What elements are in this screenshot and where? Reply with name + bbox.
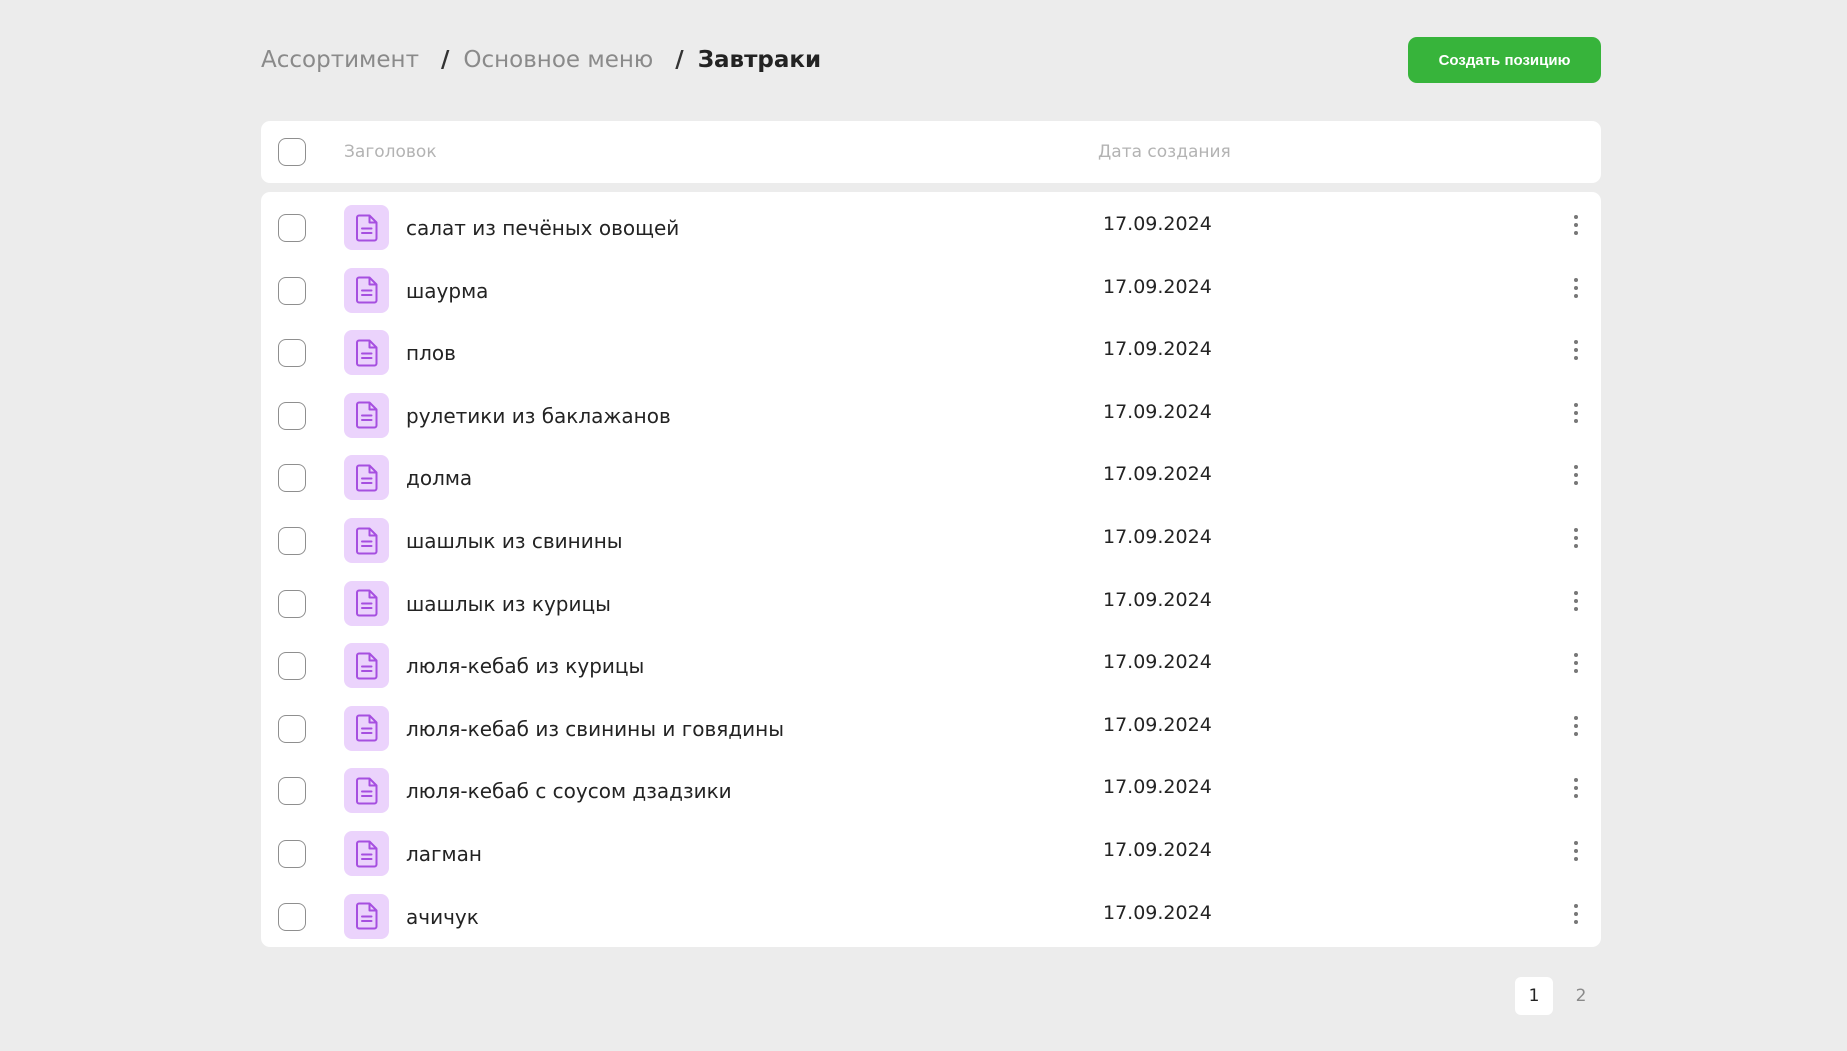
more-vertical-icon[interactable]: [1566, 900, 1586, 928]
table-row[interactable]: шашлык из курицы 17.09.2024: [261, 573, 1601, 635]
more-vertical-icon[interactable]: [1566, 399, 1586, 427]
table-row[interactable]: шаурма 17.09.2024: [261, 260, 1601, 322]
document-icon: [344, 705, 389, 751]
table-row[interactable]: люля-кебаб из курицы 17.09.2024: [261, 635, 1601, 697]
row-date: 17.09.2024: [1103, 776, 1212, 799]
document-icon: [344, 893, 389, 939]
more-vertical-icon[interactable]: [1566, 336, 1586, 364]
row-checkbox[interactable]: [278, 589, 306, 618]
row-date: 17.09.2024: [1103, 713, 1212, 736]
create-item-button[interactable]: Создать позицию: [1408, 37, 1601, 83]
document-icon: [344, 455, 389, 501]
row-title[interactable]: рулетики из баклажанов: [406, 404, 671, 428]
row-checkbox[interactable]: [278, 464, 306, 493]
row-title[interactable]: долма: [406, 466, 472, 490]
row-checkbox[interactable]: [278, 840, 306, 868]
table-row[interactable]: салат из печёных овощей 17.09.2024: [261, 197, 1601, 259]
row-checkbox[interactable]: [278, 214, 306, 242]
table-row[interactable]: шашлык из свинины 17.09.2024: [261, 510, 1601, 572]
breadcrumb-current-page: Завтраки: [697, 47, 822, 73]
row-title[interactable]: лагман: [406, 842, 482, 866]
document-icon: [344, 392, 389, 438]
breadcrumb-item-assortment[interactable]: Ассортимент: [261, 47, 419, 73]
row-checkbox[interactable]: [278, 652, 306, 681]
row-title[interactable]: шашлык из курицы: [406, 592, 611, 616]
document-icon: [344, 330, 389, 376]
page-button-1[interactable]: 1: [1515, 977, 1553, 1015]
row-checkbox[interactable]: [278, 777, 306, 806]
table-row[interactable]: люля-кебаб из свинины и говядины 17.09.2…: [261, 698, 1601, 760]
document-icon: [344, 580, 389, 626]
row-date: 17.09.2024: [1103, 463, 1212, 486]
row-date: 17.09.2024: [1103, 400, 1212, 423]
pagination: 12: [1515, 977, 1600, 1015]
document-icon: [344, 518, 389, 563]
breadcrumb-separator: /: [440, 47, 450, 73]
row-checkbox[interactable]: [278, 902, 306, 931]
more-vertical-icon[interactable]: [1566, 649, 1586, 677]
table-body: салат из печёных овощей 17.09.2024 шаурм…: [261, 192, 1601, 947]
more-vertical-icon[interactable]: [1566, 461, 1586, 489]
row-title[interactable]: люля-кебаб с соусом дзадзики: [406, 779, 732, 803]
more-vertical-icon[interactable]: [1566, 211, 1586, 239]
document-icon: [344, 643, 389, 689]
row-title[interactable]: ачичук: [406, 905, 479, 929]
row-checkbox[interactable]: [278, 714, 306, 743]
row-date: 17.09.2024: [1103, 275, 1212, 298]
more-vertical-icon[interactable]: [1566, 837, 1586, 865]
more-vertical-icon[interactable]: [1566, 774, 1586, 802]
table-row[interactable]: люля-кебаб с соусом дзадзики 17.09.2024: [261, 760, 1601, 822]
table-row[interactable]: ачичук 17.09.2024: [261, 886, 1601, 948]
table-header: Заголовок Дата создания: [261, 121, 1601, 183]
document-icon: [344, 768, 389, 814]
more-vertical-icon[interactable]: [1566, 587, 1586, 615]
breadcrumb: Ассортимент / Основное меню / Завтраки: [261, 43, 821, 77]
row-title[interactable]: шаурма: [406, 279, 488, 303]
breadcrumb-separator: /: [675, 47, 684, 73]
row-date: 17.09.2024: [1103, 651, 1212, 674]
row-checkbox[interactable]: [278, 527, 306, 555]
more-vertical-icon[interactable]: [1566, 524, 1586, 552]
row-date: 17.09.2024: [1103, 839, 1212, 861]
row-title[interactable]: шашлык из свинины: [406, 529, 623, 553]
more-vertical-icon[interactable]: [1566, 274, 1586, 302]
page-button-2[interactable]: 2: [1562, 977, 1600, 1015]
row-checkbox[interactable]: [278, 339, 306, 368]
table-row[interactable]: лагман 17.09.2024: [261, 823, 1601, 885]
row-checkbox[interactable]: [278, 401, 306, 430]
row-date: 17.09.2024: [1103, 213, 1212, 235]
column-header-date[interactable]: Дата создания: [1098, 121, 1231, 183]
row-date: 17.09.2024: [1103, 901, 1212, 924]
table-row[interactable]: рулетики из баклажанов 17.09.2024: [261, 385, 1601, 447]
table-row[interactable]: долма 17.09.2024: [261, 447, 1601, 509]
more-vertical-icon[interactable]: [1566, 712, 1586, 740]
row-title[interactable]: плов: [406, 341, 456, 365]
table-row[interactable]: плов 17.09.2024: [261, 322, 1601, 384]
document-icon: [344, 267, 389, 313]
row-date: 17.09.2024: [1103, 338, 1212, 361]
row-date: 17.09.2024: [1103, 526, 1212, 548]
select-all-checkbox[interactable]: [278, 138, 306, 166]
column-header-title[interactable]: Заголовок: [344, 121, 437, 183]
page: Ассортимент / Основное меню / Завтраки С…: [0, 0, 1847, 1051]
document-icon: [344, 205, 389, 250]
top-bar: Ассортимент / Основное меню / Завтраки С…: [261, 37, 1601, 83]
row-title[interactable]: люля-кебаб из свинины и говядины: [406, 717, 784, 741]
row-title[interactable]: салат из печёных овощей: [406, 216, 679, 240]
breadcrumb-item-main-menu[interactable]: Основное меню: [463, 47, 653, 73]
row-title[interactable]: люля-кебаб из курицы: [406, 654, 644, 678]
row-checkbox[interactable]: [278, 276, 306, 305]
document-icon: [344, 831, 389, 876]
row-date: 17.09.2024: [1103, 588, 1212, 611]
